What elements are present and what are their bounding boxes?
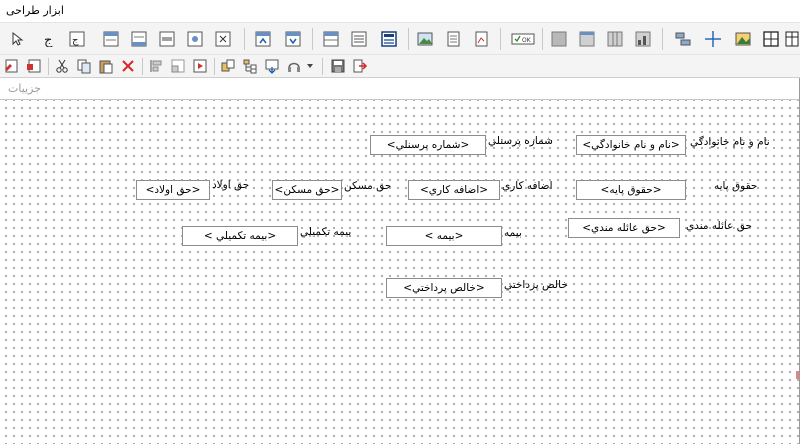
svg-text:ج: ج [72, 35, 79, 46]
table-icon[interactable] [784, 28, 800, 50]
field-overtime[interactable]: <اضافه کاري> [408, 180, 500, 200]
field-child[interactable]: <حق اولاد> [136, 180, 210, 200]
dropdown-icon[interactable] [304, 56, 316, 76]
pointer-icon[interactable] [6, 28, 28, 50]
label-icon[interactable]: ج [38, 28, 60, 50]
band-move-up-icon[interactable] [252, 28, 274, 50]
checkbox-icon[interactable]: OK [510, 28, 536, 50]
svg-text:OK: OK [522, 37, 532, 44]
label-insurance[interactable]: بيمه [504, 227, 522, 239]
band-summary-icon[interactable] [212, 28, 234, 50]
field-base-salary[interactable]: <حقوق پايه> [576, 180, 686, 200]
label-overtime[interactable]: اضافه کاري [502, 180, 553, 192]
field-insurance[interactable]: <بيمه > [386, 226, 502, 246]
frame-top-icon[interactable] [576, 28, 598, 50]
gray-box-icon[interactable] [548, 28, 570, 50]
band-move-down-icon[interactable] [282, 28, 304, 50]
band-detail-icon[interactable] [184, 28, 206, 50]
report-design-surface[interactable]: جزییات نام و نام خانوادگي <نام و نام خان… [0, 78, 800, 444]
crosshair-icon[interactable] [702, 28, 724, 50]
label-supplementary[interactable]: بيمه تکميلي [300, 226, 351, 238]
field-marital[interactable]: <حق عائله مندي> [568, 218, 680, 238]
document-icon[interactable] [442, 28, 464, 50]
window-title: ابزار طراحی [6, 4, 64, 17]
label-name[interactable]: نام و نام خانوادگي [690, 136, 770, 148]
detail-section-header[interactable]: جزییات [0, 78, 799, 100]
table-header-icon[interactable] [320, 28, 342, 50]
headset-icon[interactable] [284, 56, 304, 76]
copy-icon[interactable] [74, 56, 94, 76]
section-title: جزییات [8, 82, 41, 95]
resize-icon[interactable] [168, 56, 188, 76]
edit-toolbar [0, 54, 800, 78]
field-personnel-no[interactable]: <شماره پرسنلي> [370, 135, 486, 155]
band-group-icon[interactable] [156, 28, 178, 50]
exit-icon[interactable] [350, 56, 370, 76]
chart-icon[interactable] [470, 28, 492, 50]
field-name[interactable]: <نام و نام خانوادگي> [576, 135, 686, 155]
band-header-icon[interactable] [100, 28, 122, 50]
field-housing[interactable]: <حق مسکن> [272, 180, 342, 200]
label-child[interactable]: حق اولاد [212, 179, 249, 191]
frame-bars-icon[interactable] [632, 28, 654, 50]
delete-icon[interactable] [118, 56, 138, 76]
image-icon[interactable] [732, 28, 754, 50]
paste-icon[interactable] [96, 56, 116, 76]
label-housing[interactable]: حق مسکن [344, 180, 391, 192]
band-footer-icon[interactable] [128, 28, 150, 50]
label-net-pay[interactable]: خالص پرداختي [504, 279, 568, 291]
designer-toolbar: ج ج OK [0, 22, 800, 54]
properties-icon[interactable] [2, 56, 22, 76]
align-icon[interactable] [146, 56, 166, 76]
svg-text:ج: ج [44, 33, 53, 47]
picture-icon[interactable] [414, 28, 436, 50]
field-net-pay[interactable]: <خالص پرداختي> [386, 278, 502, 298]
resize-marker [796, 371, 799, 379]
title-bar: ابزار طراحی [0, 0, 800, 22]
group-icon[interactable] [218, 56, 238, 76]
label-marital[interactable]: حق عائله مندي [686, 220, 752, 232]
sub-report-icon[interactable] [378, 28, 400, 50]
cut-icon[interactable] [52, 56, 72, 76]
import-icon[interactable] [262, 56, 282, 76]
label-base-salary[interactable]: حقوق پايه [714, 180, 757, 192]
preview-icon[interactable] [190, 56, 210, 76]
label-personnel-no[interactable]: شماره پرسنلي [488, 135, 553, 147]
grid-icon[interactable] [760, 28, 782, 50]
frame-columns-icon[interactable] [604, 28, 626, 50]
textbox-icon[interactable]: ج [66, 28, 88, 50]
field-supplementary[interactable]: <بيمه تکميلي > [182, 226, 298, 246]
save-icon[interactable] [328, 56, 348, 76]
align-left-icon[interactable] [672, 28, 694, 50]
tree-icon[interactable] [240, 56, 260, 76]
table-list-icon[interactable] [348, 28, 370, 50]
report-settings-icon[interactable] [24, 56, 44, 76]
